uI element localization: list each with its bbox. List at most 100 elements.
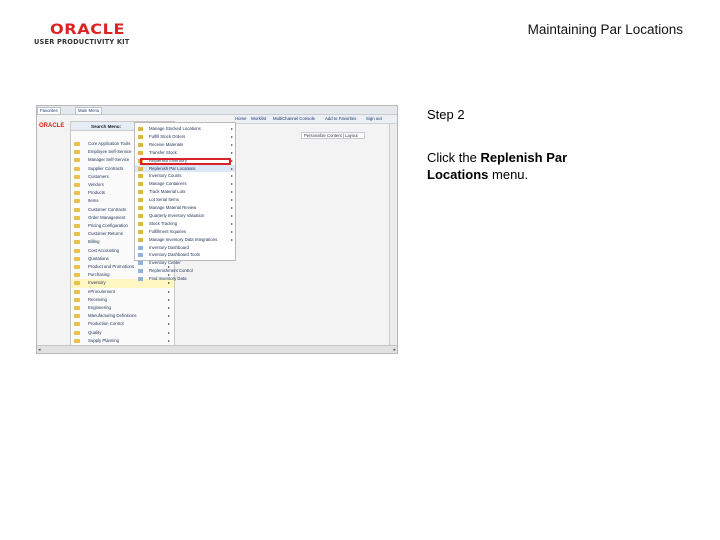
chevron-right-icon: ▸ — [230, 165, 233, 171]
main-menu-item-label: Manager Self-Service — [88, 157, 130, 163]
chevron-right-icon: ▸ — [167, 288, 170, 294]
upk-subtitle: USER PRODUCTIVITY KIT — [34, 38, 130, 46]
folder-icon — [74, 142, 80, 146]
main-menu-item-label: Cost Accounting — [88, 247, 120, 253]
step-text-before: Click the — [427, 150, 481, 165]
folder-icon — [74, 183, 80, 187]
submenu-item-label: Inventory Center — [149, 260, 181, 266]
main-menu-item[interactable]: Manufacturing Definitions ▸ — [71, 312, 174, 320]
tab-main-menu[interactable]: Main Menu — [75, 107, 103, 115]
toolbar-home[interactable]: Home — [235, 116, 246, 121]
submenu-item[interactable]: Inventory Dashboard — [135, 244, 235, 252]
header-toolbar: Home Worklist MultiChannel Console Add t… — [233, 115, 397, 124]
submenu-item-label: Lot Serial Items — [149, 197, 179, 203]
submenu-item-label: Manage Inventory Data Integrations — [149, 236, 218, 242]
folder-icon — [74, 289, 80, 294]
main-menu-item-label: Supplier Contracts — [88, 165, 124, 171]
submenu-item[interactable]: Manage Containers ▸ — [135, 180, 235, 188]
main-menu-item-label: Items — [88, 198, 99, 204]
chevron-right-icon: ▸ — [230, 228, 233, 234]
folder-icon — [74, 338, 80, 343]
folder-icon — [74, 322, 80, 327]
vertical-scrollbar[interactable] — [389, 124, 397, 345]
scroll-right-icon[interactable]: ▸ — [393, 347, 396, 353]
application-screenshot: Favorites Main Menu ORACLE Home Worklist… — [36, 105, 398, 354]
submenu-item[interactable]: Receive Materials ▸ — [135, 141, 235, 149]
submenu-item-label: Receive Materials — [149, 141, 184, 147]
submenu-item[interactable]: Track Material Lots ▸ — [135, 188, 235, 196]
chevron-right-icon: ▸ — [230, 133, 233, 139]
folder-icon — [74, 248, 80, 253]
folder-icon — [74, 199, 80, 204]
scroll-left-icon[interactable]: ◂ — [38, 347, 41, 353]
chevron-right-icon: ▸ — [167, 313, 170, 319]
folder-icon — [74, 256, 80, 261]
submenu-item[interactable]: Fulfill Stock Orders ▸ — [135, 133, 235, 141]
toolbar-add-favorites[interactable]: Add to Favorites — [325, 116, 356, 121]
main-menu-item-label: Employee Self-Service — [88, 149, 132, 155]
chevron-right-icon: ▸ — [230, 189, 233, 195]
chevron-right-icon: ▸ — [230, 149, 233, 155]
folder-icon — [74, 224, 80, 228]
main-menu-item-label: Core Application Tools — [88, 141, 131, 146]
submenu-item[interactable]: Inventory Counts ▸ — [135, 172, 235, 180]
submenu-item[interactable]: Inventory Dashboard Tools — [135, 251, 235, 259]
main-menu-item-label: Quotations — [88, 255, 109, 261]
main-menu-item[interactable]: Quality ▸ — [71, 329, 174, 337]
submenu-item[interactable]: Manage Material Review ▸ — [135, 204, 235, 212]
toolbar-sign-out[interactable]: Sign out — [366, 116, 382, 121]
main-menu-item-label: Production Control — [88, 321, 124, 327]
submenu-item-label: Manage Stocked Locations — [149, 126, 201, 131]
chevron-right-icon: ▸ — [230, 157, 233, 163]
submenu-item[interactable]: Inventory Center — [135, 259, 235, 267]
submenu-item[interactable]: Transfer Stock ▸ — [135, 149, 235, 157]
submenu-item[interactable]: Stock Tracking ▸ — [135, 220, 235, 228]
chevron-right-icon: ▸ — [167, 321, 170, 327]
submenu-item[interactable]: Manage Inventory Data Integrations ▸ — [135, 236, 235, 244]
folder-icon — [74, 150, 80, 155]
submenu-item-label: Inventory Dashboard — [149, 244, 189, 250]
replenish-par-locations-highlight — [140, 158, 231, 165]
submenu-item[interactable]: Find Inventory Data — [135, 275, 235, 283]
main-menu-item[interactable]: Engineering ▸ — [71, 304, 174, 312]
folder-icon — [74, 191, 80, 196]
main-menu-item-label: Manufacturing Definitions — [88, 313, 137, 319]
folder-icon — [74, 265, 80, 269]
chevron-right-icon: ▸ — [167, 296, 170, 302]
main-menu-item[interactable]: eProcurement ▸ — [71, 288, 174, 296]
inventory-submenu: Manage Stocked Locations ▸ Fulfill Stock O… — [134, 122, 236, 282]
submenu-item-label: Track Material Lots — [149, 189, 186, 195]
folder-icon — [74, 306, 80, 310]
toolbar-worklist[interactable]: Worklist — [251, 116, 266, 121]
replenish-par-locations-menu[interactable]: Replenish Par Locations ▸ — [135, 164, 235, 173]
main-menu-item-label: Program Management — [88, 353, 131, 354]
submenu-item[interactable]: Replenishment Control — [135, 267, 235, 275]
page-title: Maintaining Par Locations — [527, 22, 683, 37]
submenu-item[interactable]: Manage Stocked Locations ▸ — [135, 125, 235, 133]
main-menu-item[interactable]: Supply Planning ▸ — [71, 337, 174, 345]
submenu-item-label: Fulfillment Inquiries — [149, 228, 187, 234]
horizontal-scrollbar[interactable]: ◂ ▸ — [37, 345, 397, 353]
chevron-right-icon: ▸ — [167, 337, 170, 343]
submenu-item[interactable]: Quarterly Inventory Valuation ▸ — [135, 212, 235, 220]
toolbar-multichannel[interactable]: MultiChannel Console — [273, 116, 315, 121]
tab-favorites[interactable]: Favorites — [37, 107, 61, 115]
step-text-after: menu. — [488, 167, 529, 182]
main-menu-item[interactable]: Production Control ▸ — [71, 320, 174, 328]
submenu-item-label: Replenish Par Locations — [149, 165, 196, 171]
main-menu-item-label: Receiving — [88, 296, 107, 302]
main-menu-item[interactable]: Program Management ▸ — [71, 353, 174, 354]
main-menu-item-label: Inventory — [88, 280, 106, 286]
submenu-item-label: Transfer Stock — [149, 149, 177, 155]
personalize-bar[interactable]: Personalize Content | Layout — [301, 132, 365, 139]
main-menu-item-label: Customer Contracts — [88, 206, 127, 212]
submenu-item-label: Inventory Counts — [149, 173, 182, 179]
submenu-item[interactable]: Lot Serial Items ▸ — [135, 196, 235, 204]
folder-icon — [138, 237, 143, 242]
main-menu-item[interactable]: Receiving ▸ — [71, 296, 174, 304]
folder-icon — [138, 182, 143, 187]
main-menu-item-label: Quality — [88, 329, 102, 335]
submenu-item[interactable]: Fulfillment Inquiries ▸ — [135, 228, 235, 236]
document-icon — [138, 261, 143, 266]
submenu-item-label: Manage Containers — [149, 181, 187, 187]
